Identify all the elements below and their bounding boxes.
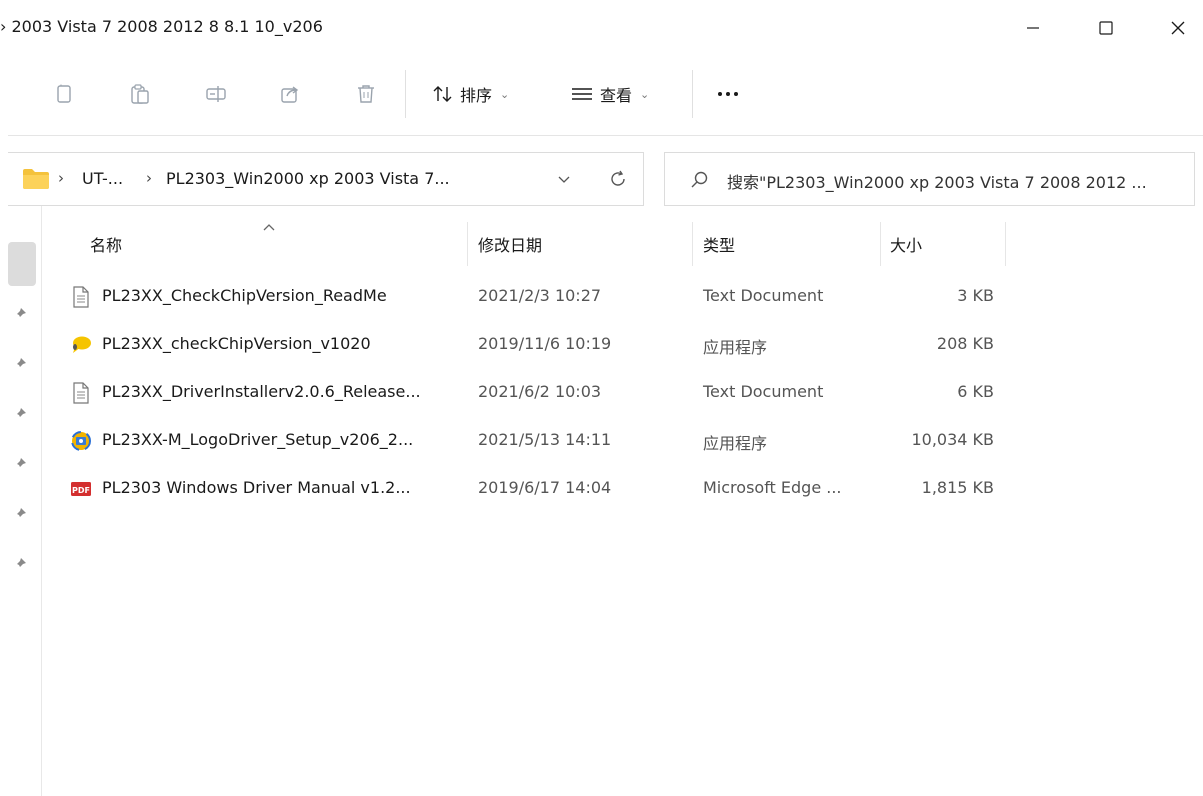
column-divider[interactable] <box>880 222 881 266</box>
navigation-pane <box>0 206 42 796</box>
address-bar[interactable]: › UT-... › PL2303_Win2000 xp 2003 Vista … <box>8 152 644 206</box>
column-divider[interactable] <box>692 222 693 266</box>
pin-icon[interactable] <box>12 506 28 522</box>
file-name: PL2303 Windows Driver Manual v1.2... <box>102 478 411 497</box>
share-icon <box>281 86 299 103</box>
pin-icon[interactable] <box>12 356 28 372</box>
rename-button[interactable] <box>202 80 230 108</box>
view-button[interactable]: 查看 ⌄ <box>570 80 649 108</box>
file-type: Text Document <box>703 382 824 401</box>
file-date: 2019/11/6 10:19 <box>478 334 612 353</box>
chevron-down-icon: ⌄ <box>640 87 650 101</box>
more-dot <box>718 92 722 96</box>
breadcrumb-chevron-icon: › <box>146 169 152 187</box>
column-header-date[interactable]: 修改日期 <box>478 232 542 256</box>
file-name: PL23XX_DriverInstallerv2.0.6_Release... <box>102 382 421 401</box>
sort-label: 排序 <box>460 86 493 105</box>
minimize-icon <box>1027 27 1039 29</box>
file-type: 应用程序 <box>703 434 768 453</box>
app-chat-icon <box>73 336 91 353</box>
file-size: 6 KB <box>957 382 994 401</box>
breadcrumb-item[interactable]: PL2303_Win2000 xp 2003 Vista 7... <box>166 169 450 188</box>
delete-button[interactable] <box>352 80 380 108</box>
file-size: 1,815 KB <box>921 478 994 497</box>
pdf-icon: PDF <box>71 482 91 496</box>
share-button[interactable] <box>276 80 304 108</box>
file-size: 208 KB <box>936 334 994 353</box>
refresh-icon[interactable] <box>608 169 628 189</box>
file-size: 10,034 KB <box>911 430 994 449</box>
command-bar: 排序 ⌄ 查看 ⌄ <box>8 56 1203 136</box>
column-divider[interactable] <box>1005 222 1006 266</box>
file-row[interactable]: PL23XX_checkChipVersion_v1020 2019/11/6 … <box>64 320 1004 368</box>
more-dot <box>726 92 730 96</box>
breadcrumb-item[interactable]: UT-... <box>82 169 123 188</box>
sort-ascending-icon <box>263 224 275 231</box>
copy-button[interactable] <box>50 80 78 108</box>
file-size: 3 KB <box>957 286 994 305</box>
breadcrumb-chevron-icon: › <box>58 169 64 187</box>
file-type: Text Document <box>703 286 824 305</box>
title-bar: › 2003 Vista 7 2008 2012 8 8.1 10_v206 <box>0 0 1203 56</box>
nav-scrollbar-thumb[interactable] <box>8 242 36 286</box>
file-name: PL23XX_CheckChipVersion_ReadMe <box>102 286 387 305</box>
search-icon <box>691 171 708 188</box>
file-row[interactable]: PL23XX-M_LogoDriver_Setup_v206_2... 2021… <box>64 416 1004 464</box>
pin-icon[interactable] <box>12 306 28 322</box>
text-file-icon <box>73 286 89 308</box>
file-date: 2021/5/13 14:11 <box>478 430 612 449</box>
file-date: 2021/2/3 10:27 <box>478 286 602 305</box>
column-divider[interactable] <box>467 222 468 266</box>
more-dot <box>734 92 738 96</box>
text-file-icon <box>73 382 89 404</box>
maximize-button[interactable] <box>1083 8 1129 48</box>
folder-icon <box>23 169 49 189</box>
pin-icon[interactable] <box>12 406 28 422</box>
rename-icon <box>206 86 226 102</box>
trash-icon <box>358 85 374 103</box>
more-options-button[interactable] <box>718 80 738 108</box>
toolbar-separator <box>405 70 406 118</box>
column-header-type[interactable]: 类型 <box>703 232 735 256</box>
file-type: 应用程序 <box>703 338 768 357</box>
file-date: 2019/6/17 14:04 <box>478 478 612 497</box>
search-box[interactable]: 搜索"PL2303_Win2000 xp 2003 Vista 7 2008 2… <box>664 152 1195 206</box>
setup-icon <box>71 431 91 451</box>
maximize-icon <box>1099 21 1113 35</box>
file-row[interactable]: PL23XX_DriverInstallerv2.0.6_Release... … <box>64 368 1004 416</box>
file-name: PL23XX-M_LogoDriver_Setup_v206_2... <box>102 430 414 449</box>
close-icon <box>1171 21 1185 35</box>
column-header-name[interactable]: 名称 <box>90 232 122 256</box>
chevron-down-icon: ⌄ <box>500 87 510 101</box>
close-button[interactable] <box>1155 8 1201 48</box>
window-title: › 2003 Vista 7 2008 2012 8 8.1 10_v206 <box>0 17 323 36</box>
view-icon <box>572 88 592 100</box>
copy-icon <box>57 84 71 103</box>
file-name: PL23XX_checkChipVersion_v1020 <box>102 334 371 353</box>
sort-icon <box>433 86 452 102</box>
paste-icon <box>131 84 149 104</box>
view-label: 查看 <box>600 86 633 105</box>
file-type: Microsoft Edge ... <box>703 478 842 497</box>
pin-icon[interactable] <box>12 556 28 572</box>
minimize-button[interactable] <box>1010 8 1056 48</box>
pin-icon[interactable] <box>12 456 28 472</box>
chevron-down-icon[interactable] <box>556 171 572 187</box>
search-input[interactable]: 搜索"PL2303_Win2000 xp 2003 Vista 7 2008 2… <box>727 169 1189 193</box>
paste-button[interactable] <box>126 80 154 108</box>
svg-text:PDF: PDF <box>72 486 90 495</box>
file-row[interactable]: PL23XX_CheckChipVersion_ReadMe 2021/2/3 … <box>64 272 1004 320</box>
file-row[interactable]: PDF PL2303 Windows Driver Manual v1.2...… <box>64 464 1004 512</box>
toolbar-separator <box>692 70 693 118</box>
sort-button[interactable]: 排序 ⌄ <box>432 80 509 108</box>
file-date: 2021/6/2 10:03 <box>478 382 602 401</box>
column-header-size[interactable]: 大小 <box>890 232 922 256</box>
